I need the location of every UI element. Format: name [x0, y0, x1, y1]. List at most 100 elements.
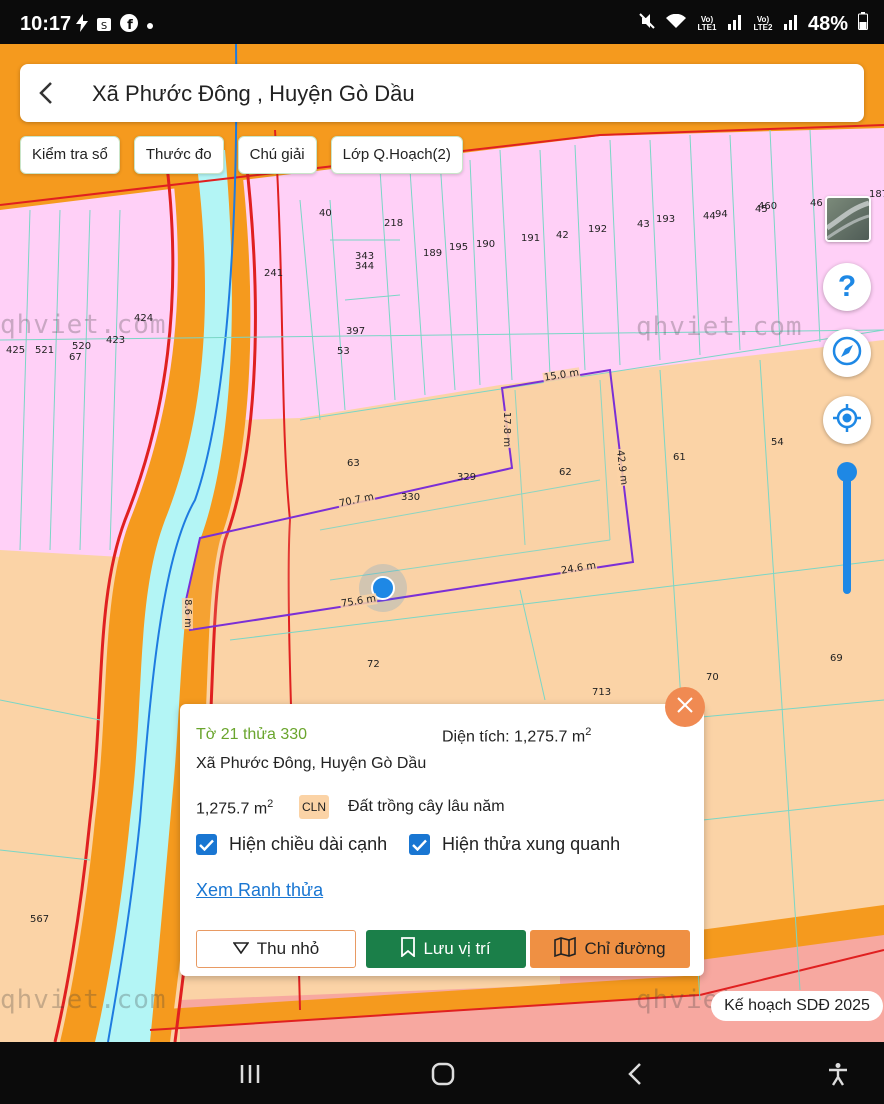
view-boundary-link[interactable]: Xem Ranh thửa: [196, 880, 323, 901]
parcel-number[interactable]: 72: [367, 659, 380, 670]
map-icon: [554, 936, 577, 962]
triangle-down-icon: [232, 939, 250, 959]
parcel-number[interactable]: 195: [449, 242, 468, 253]
parcel-number[interactable]: 425: [6, 345, 25, 356]
home-icon[interactable]: [431, 1062, 455, 1086]
dot-icon: [146, 17, 154, 35]
layer-thumbnail-icon[interactable]: [825, 196, 871, 242]
parcel-number[interactable]: 397: [346, 326, 365, 337]
page-title: Xã Phước Đông , Huyện Gò Dầu: [92, 81, 415, 106]
accessibility-icon[interactable]: [826, 1062, 850, 1086]
land-code-badge: CLN: [299, 795, 329, 819]
parcel-number[interactable]: 44: [703, 211, 716, 222]
zoom-slider-handle[interactable]: [837, 462, 857, 482]
chevron-left-icon[interactable]: [34, 80, 60, 106]
parcel-number[interactable]: 67: [69, 352, 82, 363]
mute-icon: [638, 12, 656, 36]
parcel-number[interactable]: 192: [588, 224, 607, 235]
save-location-button[interactable]: Lưu vị trí: [366, 930, 526, 968]
parcel-number[interactable]: 94: [715, 209, 728, 220]
parcel-number[interactable]: 423: [106, 335, 125, 346]
compass-button[interactable]: [823, 329, 871, 377]
signal-icon: [783, 13, 798, 36]
parcel-number[interactable]: 187: [869, 189, 884, 200]
signal-icon: [727, 13, 742, 36]
parcel-number[interactable]: 63: [347, 458, 360, 469]
map-toolbar: Kiểm tra sổ Thước đo Chú giải Lớp Q.Hoạc…: [20, 136, 463, 174]
watermark: qhviet.com: [0, 985, 167, 1015]
parcel-location: Xã Phước Đông, Huyện Gò Dầu: [196, 755, 427, 772]
locate-icon: [832, 403, 862, 438]
show-edge-lengths-toggle[interactable]: Hiện chiều dài cạnh: [196, 834, 387, 855]
parcel-number[interactable]: 424: [134, 313, 153, 324]
bookmark-icon: [401, 936, 416, 962]
svg-text:f: f: [127, 18, 133, 32]
check-book-button[interactable]: Kiểm tra sổ: [20, 136, 120, 174]
show-edge-lengths-label: Hiện chiều dài cạnh: [229, 834, 388, 854]
parcel-area-value: 1,275.7 m2: [196, 798, 274, 818]
edge-length-label: 8.6 m: [181, 598, 193, 629]
parcel-number[interactable]: 70: [706, 672, 719, 683]
parcel-number[interactable]: 713: [592, 687, 611, 698]
save-location-label: Lưu vị trí: [423, 939, 491, 958]
parcel-title: Tờ 21 thửa 330: [196, 726, 308, 743]
recents-icon[interactable]: [238, 1062, 262, 1086]
back-icon[interactable]: [624, 1062, 648, 1086]
help-icon: ?: [837, 270, 857, 303]
parcel-number[interactable]: 69: [830, 653, 843, 664]
parcel-number[interactable]: 191: [521, 233, 540, 244]
parcel-number[interactable]: 330: [401, 492, 420, 503]
show-neighbors-label: Hiện thửa xung quanh: [442, 834, 621, 854]
locate-button[interactable]: [823, 396, 871, 444]
collapse-label: Thu nhỏ: [256, 939, 320, 958]
sim2-label: Vo) LTE2: [753, 15, 773, 32]
planning-layers-button[interactable]: Lớp Q.Hoạch(2): [330, 136, 463, 174]
watermark: qhviet.com: [636, 312, 803, 342]
parcel-number[interactable]: 567: [30, 914, 49, 925]
checkbox-checked-icon[interactable]: [196, 834, 217, 855]
system-nav-bar: [0, 1042, 884, 1104]
land-use-type: Đất trồng cây lâu năm: [348, 798, 505, 815]
help-button[interactable]: ?: [823, 263, 871, 311]
compass-icon: [832, 336, 862, 371]
plan-year-badge[interactable]: Kế hoạch SDĐ 2025: [711, 991, 883, 1021]
parcel-number[interactable]: 329: [457, 472, 476, 483]
close-icon: [676, 696, 694, 719]
parcel-number[interactable]: 190: [476, 239, 495, 250]
parcel-number[interactable]: 189: [423, 248, 442, 259]
close-button[interactable]: [665, 687, 705, 727]
parcel-number[interactable]: 53: [337, 346, 350, 357]
measure-button[interactable]: Thước đo: [133, 136, 224, 174]
directions-button[interactable]: Chỉ đường: [530, 930, 690, 968]
parcel-info-panel: Tờ 21 thửa 330 Diện tích: 1,275.7 m2 Xã …: [180, 704, 704, 976]
parcel-area-label: Diện tích: 1,275.7 m2: [442, 726, 592, 746]
sim1-label: Vo) LTE1: [697, 15, 717, 32]
clock: 10:17: [20, 13, 72, 35]
edge-length-label: 17.8 m: [501, 410, 513, 449]
parcel-number[interactable]: 193: [656, 214, 675, 225]
show-neighbors-toggle[interactable]: Hiện thửa xung quanh: [409, 834, 620, 855]
directions-label: Chỉ đường: [584, 939, 666, 958]
wifi-icon: [665, 13, 686, 36]
parcel-number[interactable]: 521: [35, 345, 54, 356]
parcel-number[interactable]: 344: [355, 261, 374, 272]
parcel-number[interactable]: 241: [264, 268, 283, 279]
parcel-number[interactable]: 40: [319, 208, 332, 219]
collapse-button[interactable]: Thu nhỏ: [196, 930, 356, 968]
svg-text:S: S: [101, 21, 107, 32]
parcel-number[interactable]: 42: [556, 230, 569, 241]
parcel-number[interactable]: 46: [810, 198, 823, 209]
location-header: Xã Phước Đông , Huyện Gò Dầu: [20, 64, 864, 122]
battery-level: 48%: [807, 12, 848, 35]
legend-button[interactable]: Chú giải: [237, 136, 317, 174]
checkbox-checked-icon[interactable]: [409, 834, 430, 855]
parcel-number[interactable]: 218: [384, 218, 403, 229]
parcel-number[interactable]: 460: [758, 201, 777, 212]
parcel-number[interactable]: 61: [673, 452, 686, 463]
parcel-number[interactable]: 54: [771, 437, 784, 448]
parcel-number[interactable]: 520: [72, 341, 91, 352]
parcel-number[interactable]: 62: [559, 467, 572, 478]
status-bar: 10:17 S f Vo) LTE1 Vo) LTE2 48%: [0, 0, 884, 44]
zoom-slider[interactable]: [843, 470, 851, 594]
parcel-number[interactable]: 43: [637, 219, 650, 230]
